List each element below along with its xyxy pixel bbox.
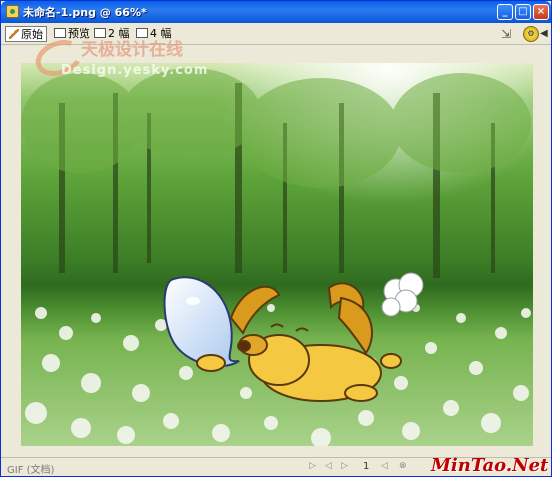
arrow-icon[interactable]: ◀ bbox=[540, 28, 548, 39]
title-bar[interactable]: 未命名-1.png @ 66%* _ □ × bbox=[1, 1, 551, 23]
prev-frame-icon[interactable]: ◁ bbox=[325, 461, 332, 471]
loop-icon[interactable]: ⊗ bbox=[399, 461, 407, 471]
first-frame-icon[interactable]: ▷ bbox=[309, 461, 316, 471]
minimize-button[interactable]: _ bbox=[497, 4, 513, 20]
close-button[interactable]: × bbox=[533, 4, 549, 20]
frame-number: 1 bbox=[363, 461, 370, 472]
pencil-icon bbox=[9, 29, 19, 39]
brand-watermark: MinTao.Net bbox=[431, 455, 549, 476]
window-title: 未命名-1.png @ 66%* bbox=[23, 6, 147, 19]
tab-original[interactable]: 原始 bbox=[5, 26, 47, 42]
preview-icon bbox=[54, 28, 66, 38]
document-icon bbox=[6, 5, 19, 18]
next-frame-icon[interactable]: ▷ bbox=[341, 461, 348, 471]
watermark-en: Design.yesky.com bbox=[61, 63, 209, 78]
tab-original-label: 原始 bbox=[21, 28, 43, 41]
canvas-artwork bbox=[21, 63, 533, 446]
image-canvas[interactable] bbox=[21, 63, 533, 446]
export-wizard-icon[interactable]: ⚙ bbox=[523, 26, 539, 42]
status-bar: GIF (文档) ▷ ◁ ▷ 1 ◁ ⊗ MinTao.Net bbox=[1, 455, 551, 476]
watermark-cn: 天极设计在线 bbox=[81, 40, 183, 60]
pointer-tool-icon[interactable]: ⇲ bbox=[501, 27, 515, 41]
application-window: 未命名-1.png @ 66%* _ □ × 原始 预览 2 幅 4 幅 ⇲ ⚙… bbox=[0, 0, 552, 477]
maximize-button[interactable]: □ bbox=[515, 4, 531, 20]
play-icon[interactable]: ◁ bbox=[381, 461, 388, 471]
format-label: GIF (文档) bbox=[7, 465, 55, 476]
